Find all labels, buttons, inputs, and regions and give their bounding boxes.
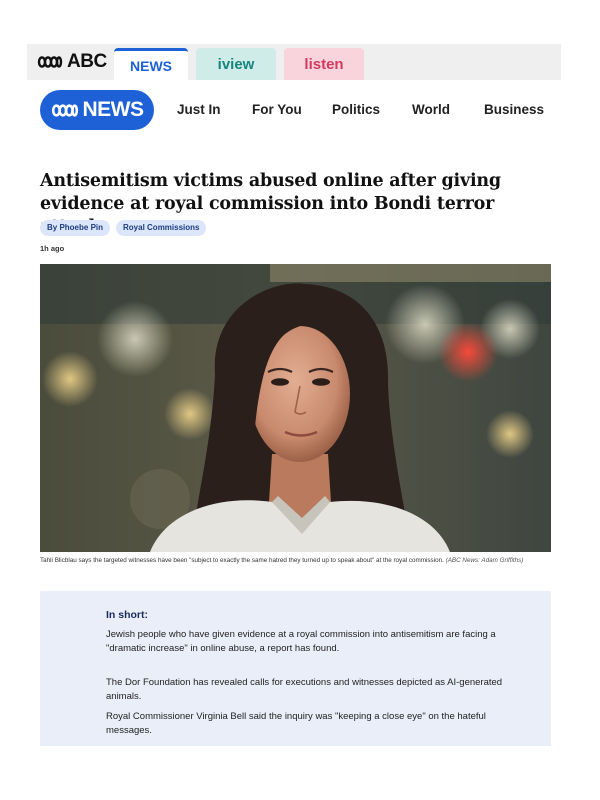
nav-just-in[interactable]: Just In xyxy=(177,102,221,117)
abc-brand-text: ABC xyxy=(67,51,107,72)
nav-world[interactable]: World xyxy=(412,102,450,117)
nav-politics[interactable]: Politics xyxy=(332,102,380,117)
article-tags: By Phoebe Pin Royal Commissions xyxy=(40,220,207,236)
in-short-box: In short: Jewish people who have given e… xyxy=(40,591,551,746)
nav-for-you[interactable]: For You xyxy=(252,102,302,117)
news-logo-text: NEWS xyxy=(82,98,145,121)
abc-lissajous-icon xyxy=(51,103,78,117)
in-short-point-1: Jewish people who have given evidence at… xyxy=(106,629,496,654)
caption-credit: (ABC News: Adam Griffiths) xyxy=(445,557,524,564)
network-bar: ABC NEWS iview listen xyxy=(27,44,561,80)
photo-caption: Tahli Blicblau says the targeted witness… xyxy=(40,556,551,566)
news-nav: NEWS Just In For You Politics World Busi… xyxy=(40,90,560,130)
abc-lissajous-icon xyxy=(37,56,63,68)
in-short-point-3: Royal Commissioner Virginia Bell said th… xyxy=(106,711,486,736)
in-short-title: In short: xyxy=(106,609,148,621)
in-short-point-2: The Dor Foundation has revealed calls fo… xyxy=(106,677,503,702)
abc-news-logo[interactable]: NEWS xyxy=(40,90,154,130)
tab-listen[interactable]: listen xyxy=(284,48,364,80)
nav-business[interactable]: Business xyxy=(484,102,544,117)
topic-tag[interactable]: Royal Commissions xyxy=(116,220,207,236)
author-tag[interactable]: By Phoebe Pin xyxy=(40,220,111,236)
tab-iview[interactable]: iview xyxy=(196,48,276,80)
abc-logo[interactable]: ABC xyxy=(37,50,107,74)
article-photo xyxy=(40,264,551,552)
article-timestamp: 1h ago xyxy=(40,244,65,253)
caption-text: Tahli Blicblau says the targeted witness… xyxy=(40,557,444,564)
tab-news[interactable]: NEWS xyxy=(114,48,188,80)
